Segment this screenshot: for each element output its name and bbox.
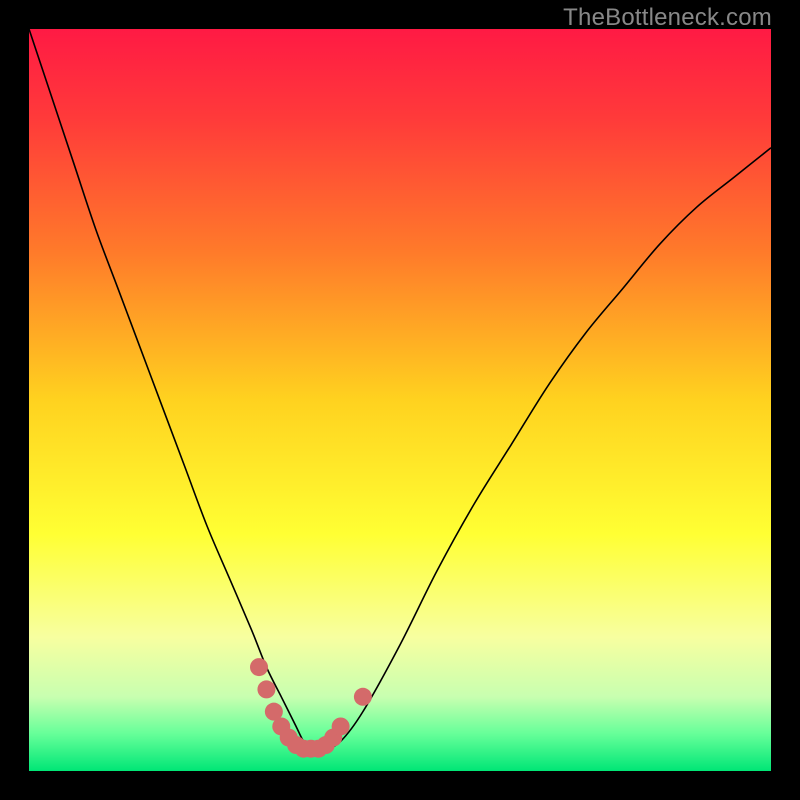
bottleneck-chart — [29, 29, 771, 771]
minimum-marker — [250, 658, 268, 676]
watermark-text: TheBottleneck.com — [563, 4, 772, 32]
minimum-marker — [257, 680, 275, 698]
minimum-marker — [332, 717, 350, 735]
chart-background — [29, 29, 771, 771]
minimum-marker — [354, 688, 372, 706]
chart-frame: TheBottleneck.com — [0, 0, 800, 800]
